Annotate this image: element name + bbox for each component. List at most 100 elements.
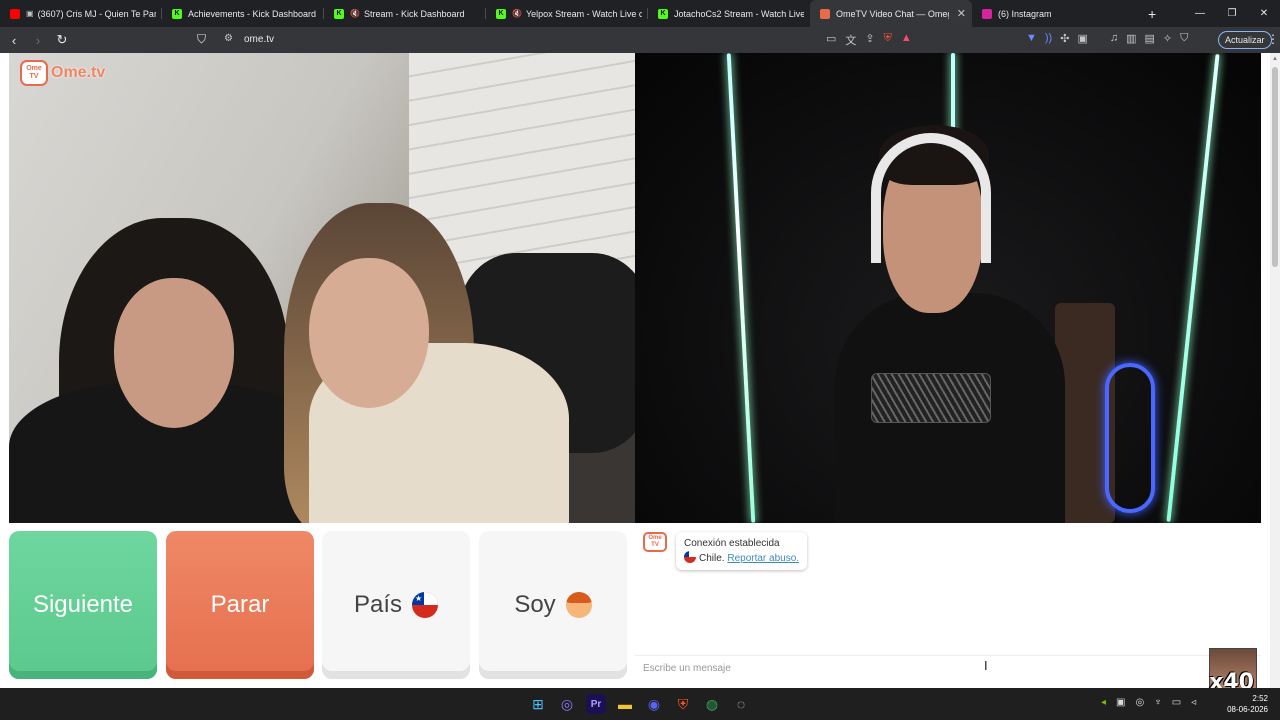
taskbar-apps: ⊞ ◎ Pr ▬ ◉ ⛨ ◍ ◌ (528, 694, 751, 714)
stop-button[interactable]: Parar (166, 531, 314, 679)
obs-icon[interactable]: ◌ (731, 694, 751, 714)
volume-icon[interactable]: ◃ (1191, 697, 1196, 708)
extension-icon[interactable]: ▼ (1026, 32, 1037, 45)
youtube-icon (10, 8, 20, 19)
reload-icon[interactable]: ↻ (52, 32, 72, 48)
brave-shields-icon[interactable]: ⛨ (884, 32, 892, 48)
ometv-logo-icon: Ome TV (20, 60, 48, 86)
system-tray: ◂ ▣ ◎ ♆ ▭ ◃ (1101, 697, 1196, 708)
ometv-icon (820, 8, 830, 19)
chile-flag-icon (684, 551, 696, 563)
tab-title: (6) Instagram (998, 8, 1052, 19)
cortana-icon[interactable]: ◎ (557, 694, 577, 714)
browser-toolbar: ‹ › ↻ ⛉ ⚙ ome.tv ▭ 文 ⇪ ⛨ ▲ ▼ )) ✣ ▣ ♫ ▥ … (0, 27, 1280, 53)
discord-icon[interactable]: ◉ (644, 694, 664, 714)
page-scrollbar[interactable]: ▲ (1270, 53, 1280, 688)
wallet-icon[interactable]: ▤ (1145, 32, 1155, 45)
local-video (635, 53, 1261, 523)
nvidia-icon[interactable]: ◂ (1101, 697, 1106, 708)
menu-icon[interactable]: ⋮ (1267, 32, 1279, 46)
headset (871, 133, 991, 263)
tab-ometv[interactable]: OmeTV Video Chat — Omeg ✕ (810, 0, 972, 27)
tab-kick-jotacho[interactable]: K JotachoCs2 Stream - Watch Live on (648, 0, 810, 27)
tab-title: Stream - Kick Dashboard (363, 8, 465, 19)
tab-instagram[interactable]: (6) Instagram (972, 0, 1134, 27)
gender-button[interactable]: Soy (479, 531, 627, 679)
tab-kick-achievements[interactable]: K Achievements - Kick Dashboard (162, 0, 324, 27)
tray-app-icon[interactable]: ▣ (1116, 697, 1125, 708)
partner-country: Chile. (699, 553, 725, 564)
ometv-page: Ome TV Ome.tv Siguiente Parar País ★ Soy … (0, 53, 1270, 688)
close-tab-icon[interactable]: ✕ (957, 7, 966, 20)
minimize-icon[interactable]: — (1184, 0, 1216, 27)
update-button[interactable]: Actualizar (1218, 31, 1272, 49)
microphone-icon[interactable]: ♆ (1154, 697, 1162, 708)
address-bar-actions: ▭ 文 ⇪ ⛨ ▲ (826, 32, 912, 48)
tab-kick-yelpox[interactable]: K 🔇 Yelpox Stream - Watch Live on K (486, 0, 648, 27)
premiere-icon[interactable]: Pr (586, 694, 606, 714)
screenshot-icon[interactable]: ▣ (1077, 32, 1087, 45)
translate-icon[interactable]: 文 (845, 32, 856, 48)
extensions-puzzle-icon[interactable]: ✣ (1060, 32, 1069, 45)
file-explorer-icon[interactable]: ▬ (615, 694, 635, 714)
new-tab-button[interactable]: + (1148, 6, 1156, 22)
ometv-logo: Ome TV Ome.tv (20, 60, 105, 86)
muted-icon[interactable]: 🔇 (350, 9, 360, 18)
remote-video: Ome TV Ome.tv (9, 53, 635, 523)
windows-taskbar: ⊞ ◎ Pr ▬ ◉ ⛨ ◍ ◌ ◂ ▣ ◎ ♆ ▭ ◃ 2:52 08-06-… (0, 688, 1280, 720)
audio-extension-icon[interactable]: )) (1045, 32, 1052, 45)
windows-start-icon[interactable]: ⊞ (528, 694, 548, 714)
address-bar[interactable]: ome.tv (244, 34, 274, 45)
back-icon[interactable]: ‹ (4, 33, 24, 48)
tab-title: (3607) Cris MJ - Quien Te Parte ( (37, 8, 156, 19)
site-info-icon[interactable]: ⚙ (224, 33, 233, 44)
taskbar-clock[interactable]: 2:52 08-06-2026 (1224, 693, 1268, 715)
kick-icon: K (496, 8, 506, 19)
maximize-icon[interactable]: ❐ (1216, 0, 1248, 27)
kick-icon: K (172, 8, 182, 19)
brave-rewards-icon[interactable]: ▲ (901, 32, 912, 48)
close-window-icon[interactable]: ✕ (1248, 0, 1280, 27)
instagram-icon (982, 8, 992, 19)
boy-emoji-icon (565, 592, 592, 618)
message-input[interactable]: Escribe un mensaje (635, 655, 1261, 681)
audio-playing-icon[interactable]: ▣ (26, 9, 34, 18)
text-cursor-icon: I (984, 658, 988, 673)
country-button[interactable]: País ★ (322, 531, 470, 679)
ometv-chat-avatar: Ome TV (643, 532, 667, 552)
chile-flag-icon: ★ (412, 592, 439, 618)
tab-title: JotachoCs2 Stream - Watch Live on (674, 8, 804, 19)
share-icon[interactable]: ⇪ (865, 32, 874, 48)
media-icon[interactable]: ♫ (1110, 32, 1118, 45)
logo-text: Ome.tv (51, 64, 106, 81)
clock-time: 2:52 (1252, 694, 1268, 703)
system-message: Conexión establecida Chile. Reportar abu… (676, 532, 808, 570)
cast-icon[interactable]: ▭ (826, 32, 836, 48)
kick-icon: K (658, 8, 668, 19)
brave-icon[interactable]: ⛨ (673, 694, 693, 714)
extension-icons: ▼ )) ✣ ▣ ♫ ▥ ▤ ✧ ⛉ (1026, 32, 1188, 45)
tab-title: Achievements - Kick Dashboard (188, 8, 317, 19)
forward-icon[interactable]: › (28, 33, 48, 48)
kick-icon: K (334, 8, 344, 19)
scrollbar-thumb[interactable] (1272, 67, 1278, 267)
chrome-icon[interactable]: ◍ (702, 694, 722, 714)
bookmark-icon[interactable]: ⛉ (197, 32, 206, 47)
tab-youtube[interactable]: ▣ (3607) Cris MJ - Quien Te Parte ( (0, 0, 162, 27)
tab-kick-stream[interactable]: K 🔇 Stream - Kick Dashboard (324, 0, 486, 27)
leo-ai-icon[interactable]: ✧ (1163, 32, 1172, 45)
chat-panel: Ome TV Conexión establecida Chile. Report… (635, 523, 1261, 688)
sidebar-icon[interactable]: ▥ (1126, 32, 1136, 45)
steam-icon[interactable]: ◎ (1135, 697, 1144, 708)
clock-date: 08-06-2026 (1227, 705, 1268, 714)
report-abuse-link[interactable]: Reportar abuso. (727, 553, 799, 564)
vpn-icon[interactable]: ⛉ (1180, 32, 1188, 45)
next-button[interactable]: Siguiente (9, 531, 157, 679)
window-controls: — ❐ ✕ (1184, 0, 1280, 27)
scroll-up-icon[interactable]: ▲ (1272, 56, 1278, 62)
tab-title: OmeTV Video Chat — Omeg (836, 8, 949, 19)
connection-status: Conexión establecida (684, 538, 780, 549)
network-icon[interactable]: ▭ (1172, 697, 1181, 708)
muted-icon[interactable]: 🔇 (512, 9, 522, 18)
browser-tab-strip: ▣ (3607) Cris MJ - Quien Te Parte ( K Ac… (0, 0, 1280, 27)
